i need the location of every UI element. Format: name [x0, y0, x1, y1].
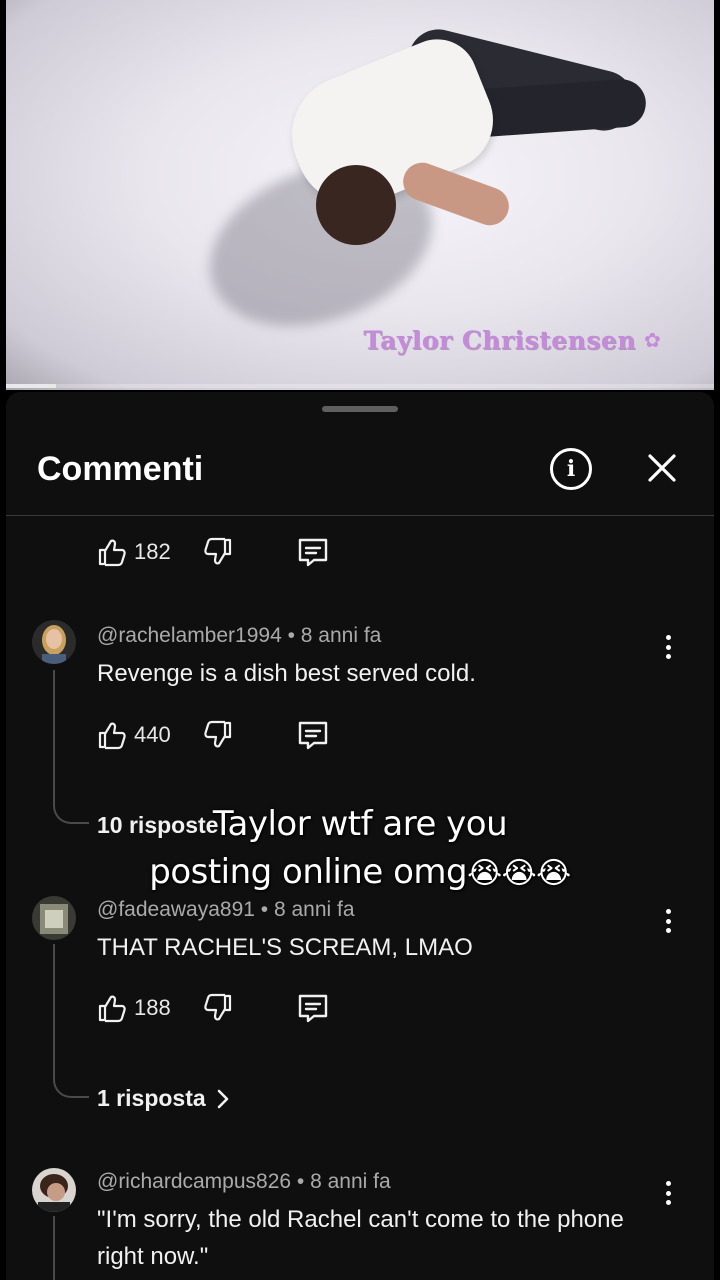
avatar[interactable] [32, 1168, 76, 1212]
like-button[interactable]: 440 [96, 719, 171, 751]
comment-text: THAT RACHEL'S SCREAM, LMAO [97, 934, 473, 961]
replies-label: 1 risposta [97, 1085, 206, 1111]
thumbs-up-icon [98, 722, 126, 750]
dislike-button[interactable] [202, 992, 234, 1029]
thumbs-up-icon [98, 539, 126, 567]
video-watermark: Taylor Christensen [363, 326, 636, 355]
comment-text: "I'm sorry, the old Rachel can't come to… [97, 1206, 624, 1270]
thumbs-down-icon [204, 993, 232, 1021]
sheet-title: Commenti [37, 450, 204, 488]
thread-line [53, 1216, 55, 1280]
thread-line [53, 944, 55, 1074]
more-vertical-icon[interactable] [662, 632, 674, 662]
caption-line-2: posting online omg😭😭😭 [0, 848, 720, 898]
thread-line [53, 670, 55, 800]
reply-button[interactable] [296, 536, 330, 573]
like-button[interactable]: 188 [96, 992, 171, 1024]
thumbs-up-icon [98, 995, 126, 1023]
crying-emoji: 😭😭😭 [467, 856, 571, 891]
thumbs-down-icon [204, 720, 232, 748]
caption-overlay: Taylor wtf are you posting online omg😭😭😭 [0, 800, 720, 898]
comment-actions: 440 [96, 715, 328, 755]
chevron-right-icon [217, 1089, 228, 1108]
reply-button[interactable] [296, 719, 330, 756]
dislike-button[interactable] [202, 719, 234, 756]
reply-button[interactable] [296, 992, 330, 1029]
close-icon[interactable] [642, 446, 682, 490]
avatar[interactable] [32, 896, 76, 940]
comments-header: Commenti i [6, 432, 714, 516]
comment-meta[interactable]: @rachelamber1994 • 8 anni fa [97, 624, 381, 648]
like-count: 440 [134, 722, 171, 747]
comment-text: Revenge is a dish best served cold. [97, 660, 476, 687]
comment-meta[interactable]: @richardcampus826 • 8 anni fa [97, 1170, 391, 1194]
video-progress-fill [6, 384, 56, 388]
info-icon[interactable]: i [550, 448, 592, 490]
comment-actions: 182 [96, 532, 328, 572]
comment-meta[interactable]: @fadeawaya891 • 8 anni fa [97, 898, 355, 922]
reply-comment-icon [298, 721, 328, 750]
video-progress-bar[interactable] [6, 384, 714, 388]
dislike-button[interactable] [202, 536, 234, 573]
more-vertical-icon[interactable] [662, 1178, 674, 1208]
avatar[interactable] [32, 620, 76, 664]
video-player[interactable]: Taylor Christensen ✿ [6, 0, 714, 390]
view-replies-button[interactable]: 1 risposta [97, 1085, 230, 1112]
like-count: 188 [134, 995, 171, 1020]
drag-handle[interactable] [322, 406, 398, 412]
thumbs-down-icon [204, 537, 232, 565]
reply-comment-icon [298, 994, 328, 1023]
more-vertical-icon[interactable] [662, 906, 674, 936]
thread-curve [53, 1074, 89, 1098]
comment-actions: 188 [96, 988, 328, 1028]
video-figure-head [316, 165, 396, 245]
watermark-logo-icon: ✿ [644, 330, 661, 352]
like-button[interactable]: 182 [96, 536, 171, 568]
caption-line-1: Taylor wtf are you [212, 804, 508, 844]
caption-line-2-text: posting online omg [149, 852, 468, 892]
like-count: 182 [134, 539, 171, 564]
reply-comment-icon [298, 538, 328, 567]
